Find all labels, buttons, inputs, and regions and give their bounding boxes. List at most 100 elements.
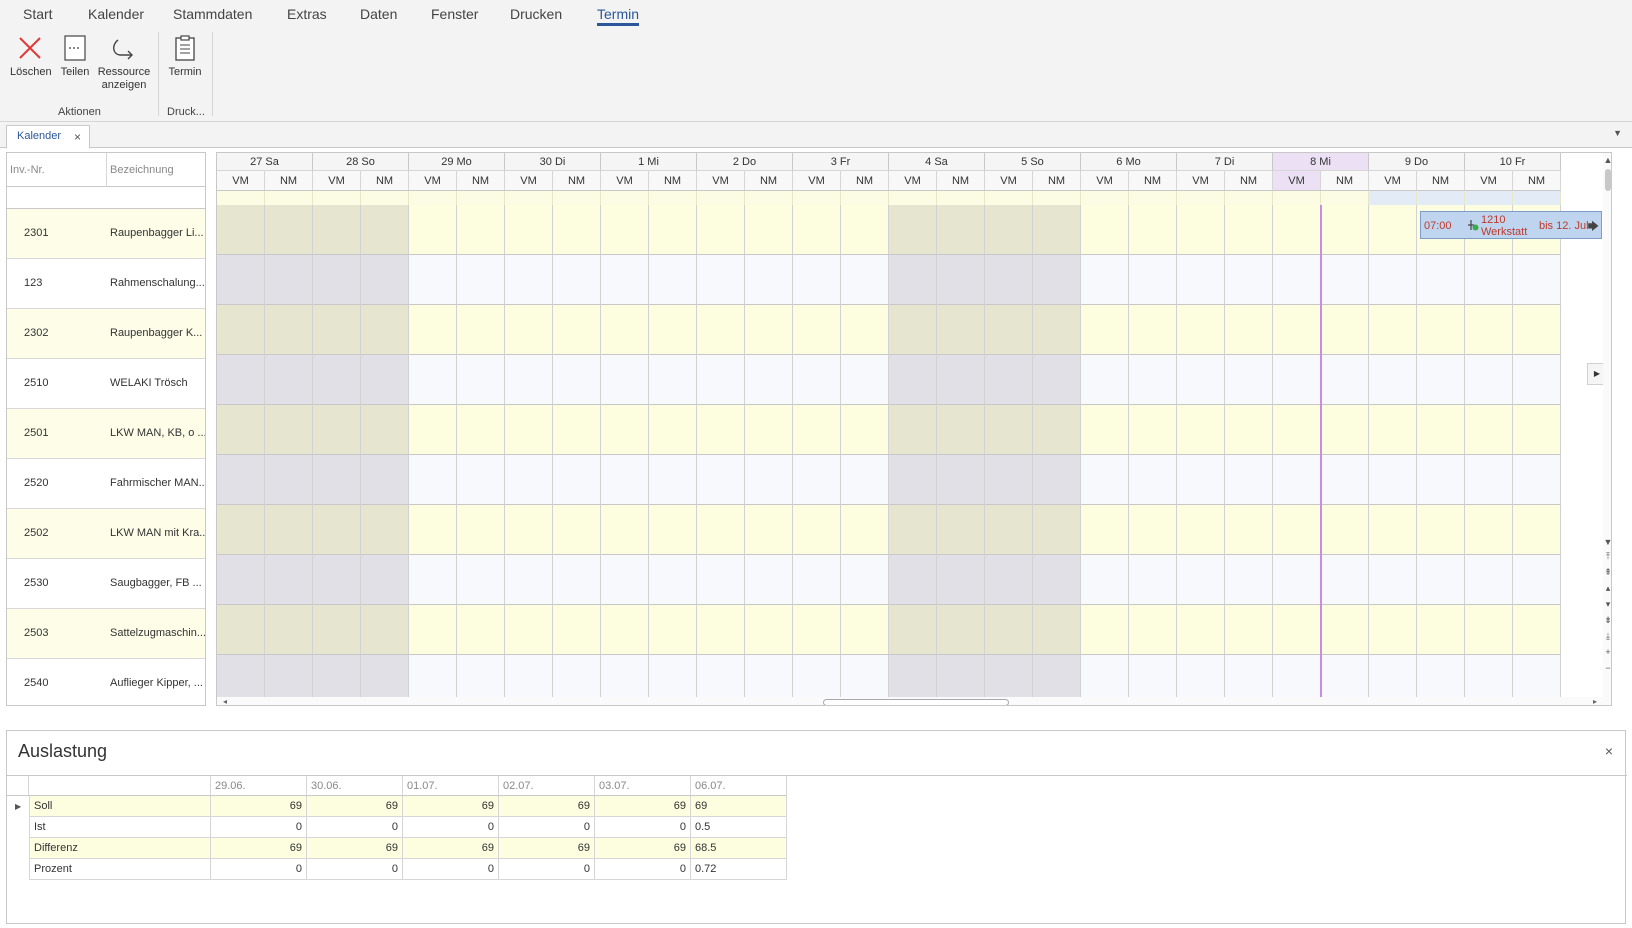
time-slot-cell[interactable] [1129,655,1177,699]
time-slot-cell[interactable] [841,205,889,255]
all-day-cell[interactable] [649,191,697,205]
vertical-scrollbar[interactable]: ▲ ▼ ⤒ ⇞ ▴ ▾ ⇟ ⤓ + − [1603,153,1611,705]
time-slot-cell[interactable] [457,655,505,699]
menu-tab-stammdaten[interactable]: Stammdaten [173,6,252,22]
time-slot-cell[interactable] [505,505,553,555]
time-slot-cell[interactable] [313,605,361,655]
value-cell[interactable]: 0 [307,859,403,880]
time-slot-cell[interactable] [409,255,457,305]
time-slot-cell[interactable] [409,405,457,455]
resource-row[interactable]: 2520 Fahrmischer MAN... [7,459,205,509]
time-slot-cell[interactable] [1177,355,1225,405]
time-slot-cell[interactable] [841,305,889,355]
all-day-cell[interactable] [793,191,841,205]
scroll-row-up-icon[interactable]: ▴ [1603,583,1611,593]
time-slot-cell[interactable] [1225,205,1273,255]
horizontal-scrollbar[interactable]: ◂ ▸ [217,697,1603,705]
time-slot-cell[interactable] [1321,505,1369,555]
time-slot-cell[interactable] [841,355,889,405]
date-column-header[interactable]: 02.07. [499,776,595,796]
all-day-cell[interactable] [1273,191,1321,205]
time-slot-cell[interactable] [745,305,793,355]
value-cell[interactable]: 0 [307,817,403,838]
time-slot-cell[interactable] [649,605,697,655]
time-slot-cell[interactable] [937,655,985,699]
time-slot-cell[interactable] [1129,555,1177,605]
time-slot-cell[interactable] [793,505,841,555]
all-day-cell[interactable] [601,191,649,205]
value-cell[interactable]: 69 [211,838,307,859]
value-cell[interactable]: 69 [403,796,499,817]
time-slot-cell[interactable] [1321,605,1369,655]
resource-row[interactable]: 2302 Raupenbagger K... [7,309,205,359]
time-slot-cell[interactable] [697,605,745,655]
time-slot-cell[interactable] [1225,255,1273,305]
time-slot-cell[interactable] [1417,655,1465,699]
time-slot-cell[interactable] [1465,555,1513,605]
time-slot-cell[interactable] [265,255,313,305]
time-slot-cell[interactable] [985,555,1033,605]
tab-list-dropdown-icon[interactable]: ▼ [1613,128,1622,138]
time-slot-cell[interactable] [1369,655,1417,699]
menu-tab-fenster[interactable]: Fenster [431,6,478,22]
time-slot-cell[interactable] [409,605,457,655]
all-day-cell[interactable] [1225,191,1273,205]
all-day-cell[interactable] [457,191,505,205]
date-column-header[interactable]: 03.07. [595,776,691,796]
time-slot-cell[interactable] [1321,255,1369,305]
resource-row[interactable]: 2501 LKW MAN, KB, o ... [7,409,205,459]
time-slot-cell[interactable] [985,605,1033,655]
time-slot-cell[interactable] [1465,305,1513,355]
time-slot-cell[interactable] [601,505,649,555]
resource-row[interactable]: 123 Rahmenschalung... [7,259,205,309]
time-slot-cell[interactable] [1513,355,1561,405]
day-header[interactable]: 3 Fr [793,153,889,171]
time-slot-cell[interactable] [649,555,697,605]
time-slot-cell[interactable] [985,305,1033,355]
all-day-cell[interactable] [409,191,457,205]
all-day-cell[interactable] [361,191,409,205]
time-slot-cell[interactable] [937,555,985,605]
time-slot-cell[interactable] [1417,605,1465,655]
time-slot-cell[interactable] [601,255,649,305]
time-slot-cell[interactable] [1465,255,1513,305]
time-slot-cell[interactable] [553,405,601,455]
time-slot-cell[interactable] [505,605,553,655]
value-cell[interactable]: 69 [691,796,787,817]
resource-row[interactable]: 2301 Raupenbagger Li... [7,209,205,259]
time-slot-cell[interactable] [409,655,457,699]
time-slot-cell[interactable] [457,605,505,655]
time-slot-cell[interactable] [217,455,265,505]
day-header[interactable]: 6 Mo [1081,153,1177,171]
day-header[interactable]: 7 Di [1177,153,1273,171]
time-slot-cell[interactable] [1417,555,1465,605]
time-slot-cell[interactable] [1129,605,1177,655]
time-slot-cell[interactable] [1177,505,1225,555]
time-slot-cell[interactable] [457,455,505,505]
time-slot-cell[interactable] [1369,255,1417,305]
time-slot-cell[interactable] [265,605,313,655]
resource-row[interactable]: 2510 WELAKI Trösch [7,359,205,409]
time-slot-cell[interactable] [745,605,793,655]
time-slot-cell[interactable] [1465,405,1513,455]
time-slot-cell[interactable] [505,555,553,605]
time-slot-cell[interactable] [1225,355,1273,405]
time-slot-cell[interactable] [889,505,937,555]
time-slot-cell[interactable] [1081,205,1129,255]
time-slot-cell[interactable] [601,555,649,605]
time-slot-cell[interactable] [889,605,937,655]
time-slot-cell[interactable] [1273,505,1321,555]
day-header[interactable]: 28 So [313,153,409,171]
time-slot-cell[interactable] [1081,255,1129,305]
time-slot-cell[interactable] [505,205,553,255]
time-slot-cell[interactable] [745,405,793,455]
column-header-inv-nr[interactable]: Inv.-Nr. [7,153,107,187]
time-slot-cell[interactable] [1225,405,1273,455]
time-slot-cell[interactable] [793,205,841,255]
time-slot-cell[interactable] [1417,405,1465,455]
time-slot-cell[interactable] [217,555,265,605]
resource-row[interactable]: 2503 Sattelzugmaschin... [7,609,205,659]
time-slot-cell[interactable] [649,205,697,255]
value-cell[interactable]: 68.5 [691,838,787,859]
value-cell[interactable]: 69 [403,838,499,859]
